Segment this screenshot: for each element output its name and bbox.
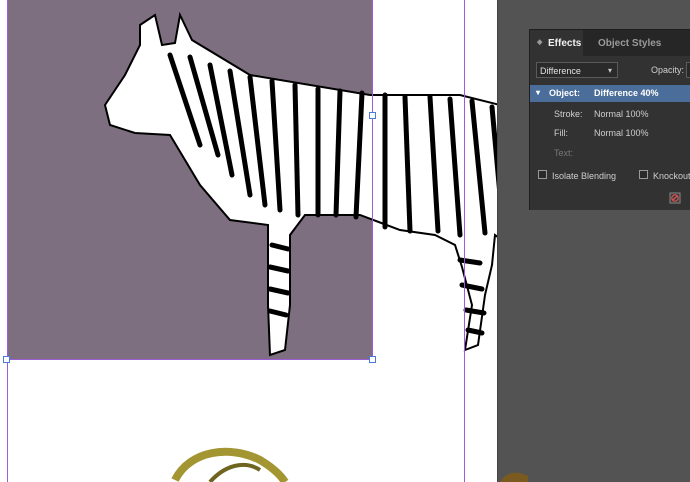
blend-mode-value: Difference: [540, 66, 581, 76]
chevron-down-icon[interactable]: ▾: [536, 88, 540, 97]
selection-handle-right-middle[interactable]: [369, 112, 376, 119]
document-canvas[interactable]: [0, 0, 497, 482]
chevron-down-icon: ▾: [607, 66, 612, 75]
clear-effects-icon[interactable]: [669, 192, 681, 204]
zebra-illustration[interactable]: [100, 5, 497, 365]
target-label: Fill:: [554, 128, 568, 138]
target-label: Text:: [554, 148, 574, 158]
effects-panel: ◆ Effects Object Styles Difference ▾ Opa…: [529, 29, 690, 210]
tab-object-styles[interactable]: Object Styles: [590, 30, 690, 56]
yellow-scribble-art: [171, 447, 289, 482]
target-value: Normal 100%: [594, 109, 649, 119]
guide-line-left[interactable]: [7, 0, 8, 482]
knockout-group-checkbox[interactable]: [639, 170, 648, 179]
pasteboard-art-fragment: [500, 472, 528, 482]
target-row-stroke[interactable]: Stroke: Normal 100%: [530, 105, 690, 123]
target-value: Normal 100%: [594, 128, 649, 138]
tab-effects-label: Effects: [548, 38, 582, 49]
selection-handle-bottom-right[interactable]: [369, 356, 376, 363]
target-label: Stroke:: [554, 109, 583, 119]
knockout-group-label: Knockout: [653, 171, 690, 181]
guide-line-right[interactable]: [464, 0, 465, 482]
target-row-text: Text:: [530, 144, 690, 162]
isolate-blending-label: Isolate Blending: [552, 171, 617, 181]
opacity-input[interactable]: [686, 62, 690, 78]
frame-edge-right: [372, 0, 373, 360]
target-value: Difference 40%: [594, 88, 659, 98]
blend-mode-select[interactable]: Difference ▾: [536, 62, 618, 78]
panel-tab-bar: ◆ Effects Object Styles: [530, 30, 690, 56]
target-label: Object:: [549, 88, 581, 98]
frame-edge-bottom: [7, 359, 373, 360]
tab-object-styles-label: Object Styles: [598, 38, 662, 49]
opacity-label: Opacity:: [651, 65, 685, 75]
double-arrow-grip-icon[interactable]: ◆: [537, 39, 542, 47]
selection-handle-bottom-left[interactable]: [3, 356, 10, 363]
tab-effects[interactable]: ◆ Effects: [530, 30, 583, 56]
target-row-fill[interactable]: Fill: Normal 100%: [530, 124, 690, 142]
isolate-blending-checkbox[interactable]: [538, 170, 547, 179]
target-row-object[interactable]: ▾ Object: Difference 40%: [530, 85, 690, 102]
